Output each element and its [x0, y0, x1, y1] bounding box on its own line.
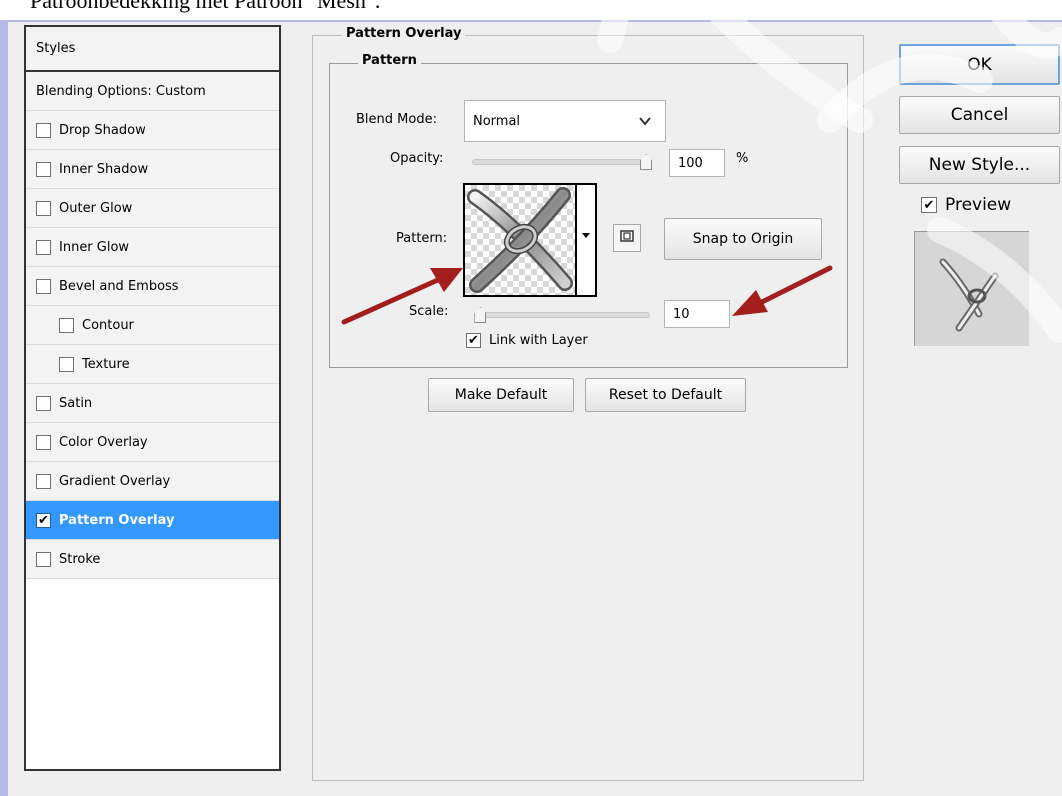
checkbox-icon[interactable]	[36, 473, 51, 489]
make-default-button[interactable]: Make Default	[428, 378, 574, 412]
blend-mode-label: Blend Mode:	[356, 112, 437, 127]
style-item-label: Stroke	[59, 551, 101, 567]
reset-to-default-button[interactable]: Reset to Default	[585, 378, 746, 412]
pattern-picker-button[interactable]	[577, 183, 597, 297]
pattern-overlay-title: Pattern Overlay	[342, 26, 466, 41]
style-item-label: Blending Options: Custom	[36, 83, 206, 99]
style-item-label: Inner Shadow	[59, 161, 149, 177]
style-item-label: Inner Glow	[59, 239, 130, 255]
checkbox-icon[interactable]	[36, 239, 51, 255]
styles-items: Blending Options: Custom Drop Shadow Inner…	[26, 72, 279, 579]
chevron-down-icon	[639, 115, 651, 129]
new-preset-button[interactable]	[613, 224, 641, 252]
new-style-button[interactable]: New Style...	[899, 146, 1060, 184]
preview-mesh-image	[939, 258, 999, 332]
style-item-drop-shadow[interactable]: Drop Shadow	[26, 111, 279, 150]
style-item-gradient-overlay[interactable]: Gradient Overlay	[26, 462, 279, 501]
opacity-input[interactable]: 100	[669, 149, 725, 177]
pattern-group-title: Pattern	[358, 53, 421, 68]
style-item-label: Bevel and Emboss	[59, 278, 179, 294]
style-item-texture[interactable]: Texture	[26, 345, 279, 384]
check-icon: ✔	[466, 333, 481, 348]
checkbox-icon[interactable]	[36, 278, 51, 294]
style-item-color-overlay[interactable]: Color Overlay	[26, 423, 279, 462]
checkbox-icon[interactable]	[36, 551, 51, 567]
style-item-label: Drop Shadow	[59, 122, 146, 138]
style-item-outer-glow[interactable]: Outer Glow	[26, 189, 279, 228]
style-item-pattern-overlay[interactable]: ✔ Pattern Overlay	[26, 501, 279, 540]
checkbox-icon[interactable]	[59, 356, 74, 372]
check-icon: ✔	[921, 197, 937, 213]
new-preset-icon	[620, 230, 634, 246]
styles-header[interactable]: Styles	[26, 27, 279, 72]
cancel-button[interactable]: Cancel	[899, 96, 1060, 134]
style-item-label: Satin	[59, 395, 93, 411]
pattern-swatch[interactable]	[463, 183, 577, 297]
style-item-contour[interactable]: Contour	[26, 306, 279, 345]
checkbox-icon[interactable]: ✔	[36, 512, 51, 528]
style-preview-thumbnail	[914, 231, 1029, 346]
blend-mode-select[interactable]: Normal	[464, 100, 666, 142]
opacity-label: Opacity:	[390, 151, 444, 166]
ok-button[interactable]: OK	[899, 44, 1060, 85]
style-item-bevel-and-emboss[interactable]: Bevel and Emboss	[26, 267, 279, 306]
snap-to-origin-button[interactable]: Snap to Origin	[664, 218, 822, 260]
checkbox-icon[interactable]	[36, 395, 51, 411]
preview-label: Preview	[945, 195, 1012, 215]
checkbox-icon[interactable]	[36, 122, 51, 138]
opacity-slider[interactable]	[472, 159, 652, 165]
link-with-layer-label: Link with Layer	[489, 333, 588, 348]
preview-checkbox[interactable]: ✔ Preview	[921, 195, 1011, 215]
style-item-label: Pattern Overlay	[59, 512, 175, 528]
style-item-label: Color Overlay	[59, 434, 148, 450]
style-item-label: Texture	[82, 356, 130, 372]
caption-text: Patroonbedekking met Patroon "Mesh".	[30, 0, 381, 13]
checkbox-icon[interactable]	[36, 161, 51, 177]
opacity-unit: %	[736, 151, 749, 166]
style-item-stroke[interactable]: Stroke	[26, 540, 279, 579]
link-with-layer-checkbox[interactable]: ✔ Link with Layer	[466, 333, 588, 348]
checkbox-icon[interactable]	[36, 200, 51, 216]
style-item-inner-glow[interactable]: Inner Glow	[26, 228, 279, 267]
scale-input[interactable]: 10	[664, 300, 730, 328]
styles-list: Styles Blending Options: Custom Drop Shad…	[24, 25, 281, 771]
mesh-pattern-image	[467, 187, 573, 293]
checkbox-icon[interactable]	[59, 317, 74, 333]
style-item-label: Gradient Overlay	[59, 473, 171, 489]
blend-mode-value: Normal	[473, 113, 521, 129]
style-item-label: Outer Glow	[59, 200, 133, 216]
style-item-label: Contour	[82, 317, 134, 333]
style-item-satin[interactable]: Satin	[26, 384, 279, 423]
scale-slider[interactable]	[474, 312, 650, 318]
style-item-inner-shadow[interactable]: Inner Shadow	[26, 150, 279, 189]
pattern-label: Pattern:	[396, 231, 448, 246]
checkbox-icon[interactable]	[36, 434, 51, 450]
scale-label: Scale:	[409, 304, 449, 319]
style-item-blending-options-custom[interactable]: Blending Options: Custom	[26, 72, 279, 111]
